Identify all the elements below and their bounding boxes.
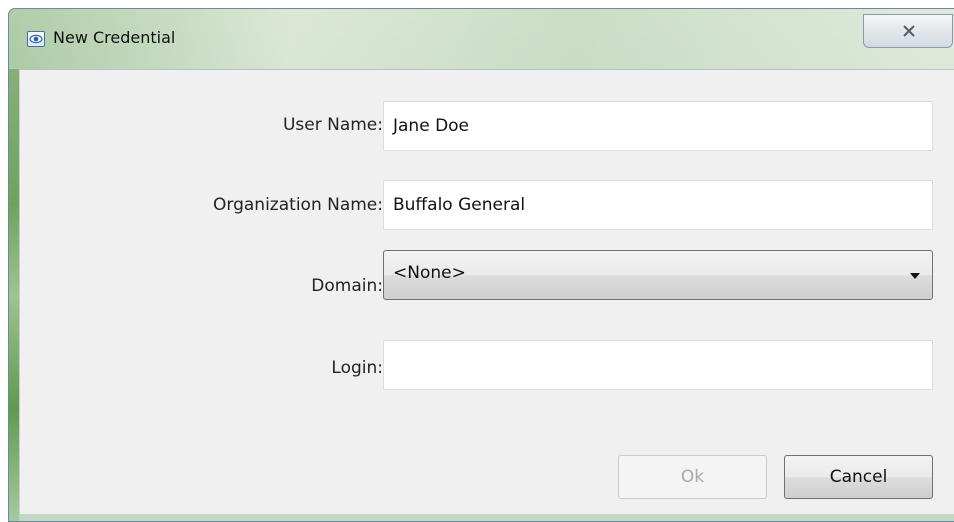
organization-name-label: Organization Name:	[213, 195, 383, 215]
window-frame-edge	[9, 69, 19, 521]
domain-label: Domain:	[311, 276, 383, 296]
dropdown-arrow-icon	[910, 273, 920, 279]
window-title: New Credential	[53, 28, 176, 47]
close-x-icon	[903, 25, 915, 37]
cancel-button[interactable]: Cancel	[784, 455, 933, 499]
organization-name-input[interactable]: Buffalo General	[383, 180, 933, 230]
user-name-label: User Name:	[282, 115, 383, 135]
dialog-body: User Name: Jane Doe Organization Name: B…	[20, 69, 954, 514]
ok-button[interactable]: Ok	[618, 455, 767, 499]
domain-selected-value: <None>	[393, 263, 466, 283]
user-name-input[interactable]: Jane Doe	[383, 101, 933, 151]
login-input[interactable]	[383, 340, 933, 390]
login-label: Login:	[331, 358, 383, 378]
eye-icon	[27, 31, 45, 47]
close-button[interactable]	[863, 14, 953, 48]
new-credential-dialog: New Credential User Name: Jane Doe Organ…	[8, 8, 954, 522]
domain-select[interactable]: <None>	[383, 250, 933, 300]
